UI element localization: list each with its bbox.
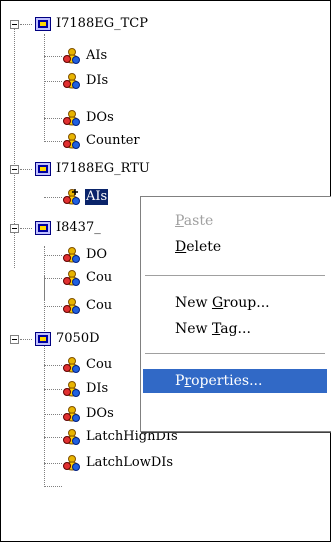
tree-connector — [44, 34, 45, 142]
tag-group-label-selected[interactable]: AIs — [85, 189, 109, 205]
device-icon — [35, 221, 51, 235]
tree-connector — [44, 118, 62, 119]
tag-group-icon — [63, 48, 80, 64]
tag-group-label[interactable]: Counter — [86, 133, 140, 149]
tag-group-label[interactable]: Cou — [86, 357, 112, 373]
tree-connector — [44, 56, 62, 57]
menu-item-delete[interactable]: Delete — [143, 235, 327, 259]
menu-item-label: New Group... — [175, 295, 270, 311]
tag-group-label[interactable]: DIs — [86, 73, 108, 89]
tree-connector — [44, 197, 62, 198]
tag-group-icon — [63, 429, 80, 445]
tag-group-label[interactable]: Cou — [86, 298, 112, 314]
tag-group-icon — [63, 73, 80, 89]
tree-connector — [44, 437, 62, 438]
tag-group-icon — [63, 455, 80, 471]
tag-group-icon — [63, 247, 80, 263]
tree-connector — [20, 169, 32, 170]
tag-group-icon — [63, 110, 80, 126]
tree-connector — [20, 228, 32, 229]
tag-group-icon — [63, 381, 80, 397]
tree-connector — [44, 306, 62, 307]
tag-group-label[interactable]: DOs — [86, 110, 114, 126]
tag-group-label[interactable]: DIs — [86, 381, 108, 397]
tree-connector — [20, 339, 32, 340]
tree-connector — [44, 365, 62, 366]
menu-separator — [145, 353, 325, 355]
menu-item-label: Paste — [175, 213, 214, 229]
tag-group-icon — [63, 298, 80, 314]
tag-group-icon — [63, 270, 80, 286]
tag-group-icon — [63, 189, 80, 205]
tag-group-label[interactable]: Cou — [86, 270, 112, 286]
tree-connector — [44, 486, 62, 487]
tree-connector — [44, 141, 62, 142]
tag-group-icon — [63, 357, 80, 373]
tree-connector — [44, 389, 62, 390]
device-label[interactable]: I8437_ — [56, 220, 101, 236]
menu-separator — [145, 275, 325, 277]
tag-group-label[interactable]: DO — [86, 247, 107, 263]
device-icon — [35, 162, 51, 176]
tree-connector — [44, 463, 62, 464]
tag-group-icon — [63, 133, 80, 149]
tree-connector — [44, 278, 62, 279]
tag-group-icon — [63, 406, 80, 422]
menu-item-new-tag[interactable]: New Tag... — [143, 317, 327, 341]
device-label[interactable]: I7188EG_RTU — [56, 161, 150, 177]
context-menu: Paste Delete New Group... New Tag... Pro… — [140, 196, 331, 432]
tree-connector — [44, 414, 62, 415]
menu-item-properties[interactable]: Properties... — [143, 369, 327, 393]
tree-connector — [44, 81, 62, 82]
collapse-toggle[interactable] — [10, 20, 19, 29]
device-icon — [35, 332, 51, 346]
collapse-toggle[interactable] — [10, 165, 19, 174]
menu-item-label: Properties... — [175, 373, 263, 389]
menu-item-label: Delete — [175, 239, 222, 255]
tree-connector — [44, 255, 62, 256]
tree-connector — [20, 24, 32, 25]
collapse-toggle[interactable] — [10, 335, 19, 344]
device-icon — [35, 17, 51, 31]
menu-item-new-group[interactable]: New Group... — [143, 291, 327, 315]
device-label[interactable]: 7050D — [56, 331, 100, 347]
tag-group-label[interactable]: DOs — [86, 406, 114, 422]
menu-item-paste[interactable]: Paste — [143, 209, 327, 233]
tag-group-label[interactable]: AIs — [86, 48, 107, 64]
device-label[interactable]: I7188EG_TCP — [56, 16, 148, 32]
collapse-toggle[interactable] — [10, 224, 19, 233]
menu-item-label: New Tag... — [175, 321, 251, 337]
tag-group-label[interactable]: LatchLowDIs — [86, 455, 173, 471]
